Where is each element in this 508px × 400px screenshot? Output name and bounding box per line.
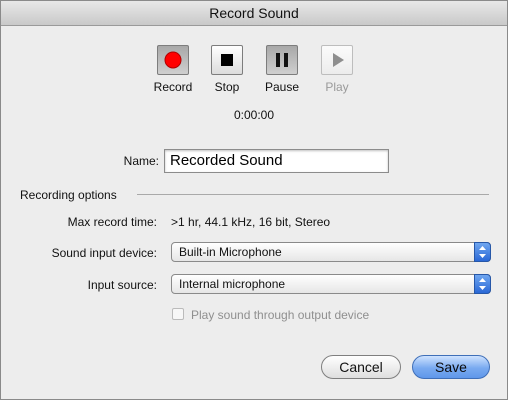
play-through-label: Play sound through output device	[191, 308, 370, 322]
popup-arrows-icon	[474, 274, 491, 294]
play-label: Play	[325, 80, 349, 94]
record-sound-dialog: Record Sound Record Stop Pause Play 0:00…	[0, 0, 508, 400]
input-source-value: Internal microphone	[179, 277, 286, 291]
max-record-time-value: >1 hr, 44.1 kHz, 16 bit, Stereo	[171, 215, 331, 229]
pause-icon	[276, 53, 288, 67]
name-label: Name:	[123, 154, 159, 168]
recording-options-heading: Recording options	[20, 188, 117, 202]
play-button[interactable]	[321, 45, 353, 75]
name-input[interactable]: Recorded Sound	[164, 149, 389, 173]
cancel-button[interactable]: Cancel	[321, 355, 401, 379]
save-button[interactable]: Save	[412, 355, 490, 379]
stop-button[interactable]	[211, 45, 243, 75]
stop-icon	[221, 54, 233, 66]
record-label: Record	[153, 80, 193, 94]
pause-button[interactable]	[266, 45, 298, 75]
section-divider	[137, 194, 489, 195]
sound-input-device-select[interactable]: Built-in Microphone	[171, 242, 491, 262]
input-source-label: Input source:	[87, 278, 157, 292]
max-record-time-label: Max record time:	[67, 215, 157, 229]
play-icon	[333, 53, 344, 67]
sound-input-device-label: Sound input device:	[51, 246, 157, 260]
elapsed-time: 0:00:00	[233, 108, 275, 122]
stop-label: Stop	[214, 80, 240, 94]
play-through-checkbox[interactable]	[172, 308, 184, 320]
popup-arrows-icon	[474, 242, 491, 262]
record-button[interactable]	[157, 45, 189, 75]
window-title: Record Sound	[1, 1, 507, 26]
input-source-select[interactable]: Internal microphone	[171, 274, 491, 294]
pause-label: Pause	[264, 80, 300, 94]
sound-input-device-value: Built-in Microphone	[179, 245, 282, 259]
record-icon	[164, 51, 182, 69]
